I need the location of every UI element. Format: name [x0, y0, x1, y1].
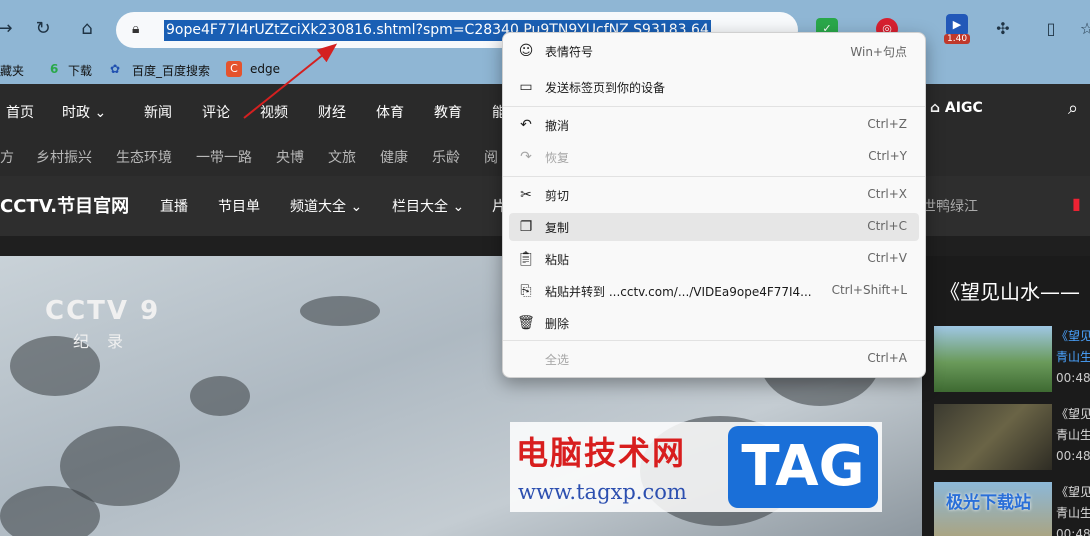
- search-icon[interactable]: ⌕: [1068, 98, 1090, 120]
- menu-item-cut[interactable]: ✂ 剪切 Ctrl+X: [509, 181, 919, 209]
- cut-icon: ✂: [520, 187, 532, 203]
- nav-video[interactable]: 视频: [260, 102, 288, 122]
- subnav-item[interactable]: 阅: [484, 147, 498, 167]
- undo-icon: ↶: [520, 117, 532, 133]
- subnav-item[interactable]: 央博: [276, 147, 304, 167]
- refresh-icon[interactable]: ↻: [28, 14, 58, 44]
- baidu-icon: ✿: [110, 62, 121, 76]
- corner-site-logo: 极光下载站: [946, 493, 1031, 513]
- send-to-device-icon: ▭: [519, 79, 533, 95]
- watermark-url: www.tagxp.com: [518, 480, 687, 504]
- copy-icon: ❐: [519, 219, 533, 235]
- edge-c-icon: C: [226, 61, 242, 77]
- menu-item-paste-and-go[interactable]: ⎘ 粘贴并转到 ...cctv.com/.../VIDEa9ope4F77I4.…: [509, 277, 919, 305]
- trash-icon: 🗑︎: [517, 315, 535, 331]
- emoji-icon: ☺: [518, 43, 534, 59]
- watermark-tag-logo: TAG: [728, 426, 878, 508]
- subnav-item[interactable]: 健康: [380, 147, 408, 167]
- menu-item-select-all: 全选 Ctrl+A: [545, 351, 907, 367]
- bookmark-baidu[interactable]: 百度_百度搜索: [132, 62, 210, 79]
- extensions-puzzle-icon[interactable]: ✣: [992, 18, 1014, 40]
- subnav-item[interactable]: 乐龄: [432, 147, 460, 167]
- nav-comment[interactable]: 评论: [202, 102, 230, 122]
- menu-item-delete[interactable]: 🗑︎ 删除: [509, 309, 919, 337]
- bookmark-favorites[interactable]: 藏夹: [0, 62, 24, 79]
- subnav-item[interactable]: 方: [0, 147, 14, 167]
- nav-columns[interactable]: 栏目大全 ⌄: [392, 196, 464, 216]
- video-thumbnail: [934, 326, 1052, 392]
- playlist-item[interactable]: 《望见青山生00:48:: [934, 326, 1090, 398]
- menu-item-send-tab[interactable]: ▭ 发送标签页到你的设备: [509, 73, 919, 101]
- video-thumbnail: [934, 404, 1052, 470]
- paste-go-icon: ⎘: [520, 283, 532, 299]
- paste-icon: 📋︎: [517, 251, 535, 267]
- context-menu: ☺ 表情符号 Win+句点 ▭ 发送标签页到你的设备 ↶ 撤消 Ctrl+Z ↷…: [502, 32, 926, 378]
- playlist-item[interactable]: 《望见青山生00:48:: [934, 404, 1090, 476]
- subnav-item[interactable]: 文旅: [328, 147, 356, 167]
- subnav-item[interactable]: 乡村振兴: [36, 147, 92, 167]
- nav-education[interactable]: 教育: [434, 102, 462, 122]
- nav-channels[interactable]: 频道大全 ⌄: [290, 196, 362, 216]
- home-icon[interactable]: ⌂: [72, 14, 102, 44]
- split-screen-icon[interactable]: ▯: [1040, 18, 1062, 40]
- menu-item-redo: ↷ 恢复 Ctrl+Y: [509, 143, 919, 171]
- cctv-program-logo[interactable]: CCTV.节目官网: [0, 192, 129, 218]
- bookmark-edge[interactable]: edge: [250, 62, 280, 76]
- redo-icon: ↷: [520, 149, 532, 165]
- nav-live[interactable]: 直播: [160, 196, 188, 216]
- forward-icon[interactable]: →: [0, 14, 20, 44]
- menu-item-emoji[interactable]: ☺ 表情符号 Win+句点: [509, 37, 919, 65]
- channel-subtitle: 纪录: [73, 332, 142, 351]
- watermark-title: 电脑技术网: [516, 434, 687, 472]
- extension-badge: 1.40: [944, 34, 971, 44]
- nav-schedule[interactable]: 节目单: [218, 196, 260, 216]
- site-watermark: 电脑技术网 www.tagxp.com TAG: [510, 422, 882, 512]
- aigc-logo[interactable]: ⌂ AIGC: [930, 100, 983, 116]
- lock-icon: 🔒︎: [132, 21, 140, 37]
- nav-sports[interactable]: 体育: [376, 102, 404, 122]
- playlist-title: 《望见山水——: [940, 280, 1080, 304]
- menu-separator: [503, 340, 925, 341]
- menu-separator: [503, 106, 925, 107]
- menu-item-undo[interactable]: ↶ 撤消 Ctrl+Z: [509, 111, 919, 139]
- nav-home[interactable]: 首页: [6, 102, 34, 122]
- favorites-icon[interactable]: ☆: [1076, 18, 1090, 40]
- menu-separator: [503, 176, 925, 177]
- menu-item-copy[interactable]: ❐ 复制 Ctrl+C: [509, 213, 919, 241]
- channel-logo: CCTV 9: [45, 296, 161, 326]
- nav-news[interactable]: 新闻: [144, 102, 172, 122]
- subnav-item[interactable]: 一带一路: [196, 147, 252, 167]
- nav-trailing-text[interactable]: 世鸭绿江: [922, 196, 978, 216]
- chart-icon[interactable]: ▮: [1072, 194, 1081, 213]
- media-extension-icon[interactable]: ▶: [946, 14, 968, 36]
- bookmark-download[interactable]: 下载: [68, 62, 92, 79]
- menu-item-paste[interactable]: 📋︎ 粘贴 Ctrl+V: [509, 245, 919, 273]
- subnav-item[interactable]: 生态环境: [116, 147, 172, 167]
- download-icon: 6: [50, 62, 59, 76]
- nav-politics[interactable]: 时政 ⌄: [62, 102, 106, 122]
- nav-finance[interactable]: 财经: [318, 102, 346, 122]
